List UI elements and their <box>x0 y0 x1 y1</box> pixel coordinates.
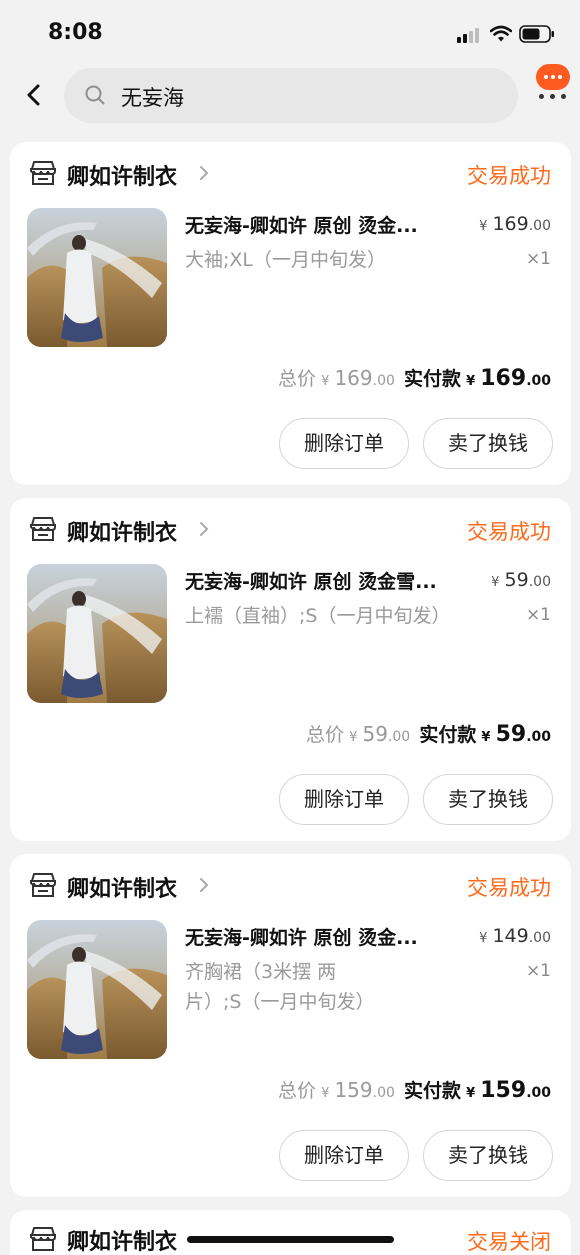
order-status: 交易成功 <box>467 164 551 188</box>
paid-dec: .00 <box>526 1085 551 1101</box>
product-title[interactable]: 无妄海-卿如许 原创 烫金... <box>185 923 477 950</box>
message-badge-icon <box>536 64 570 90</box>
shop-row[interactable]: 卿如许制衣 交易成功 <box>10 498 571 558</box>
unit-price-int: 169 <box>492 213 529 235</box>
order-card[interactable]: 卿如许制衣 交易成功 无妄海-卿如许 原创 烫金雪... 上襦（直袖）;S（一月… <box>10 498 571 841</box>
resell-button[interactable]: 卖了换钱 <box>423 774 553 825</box>
currency-symbol: ¥ <box>466 374 476 389</box>
resell-button[interactable]: 卖了换钱 <box>423 418 553 469</box>
unit-price-int: 149 <box>492 925 529 947</box>
shop-name[interactable]: 卿如许制衣 <box>67 1224 177 1255</box>
product-image[interactable] <box>27 564 167 703</box>
quantity: ×1 <box>525 605 551 625</box>
total-int: 169 <box>334 366 373 390</box>
delete-order-button[interactable]: 删除订单 <box>279 418 409 469</box>
unit-price-dec: .00 <box>528 574 551 590</box>
paid-label: 实付款 <box>404 1080 462 1102</box>
totals-row: 总价 ¥ 159.00 实付款 ¥ 159.00 <box>278 1076 551 1103</box>
search-query: 无妄海 <box>121 86 184 110</box>
totals-row: 总价 ¥ 169.00 实付款 ¥ 169.00 <box>278 364 551 391</box>
unit-price: ¥ 169.00 <box>479 213 551 235</box>
unit-price-int: 59 <box>504 569 529 591</box>
shop-name[interactable]: 卿如许制衣 <box>67 159 177 191</box>
home-indicator[interactable] <box>187 1236 394 1243</box>
unit-price-dec: .00 <box>528 930 551 946</box>
totals-row: 总价 ¥ 59.00 实付款 ¥ 59.00 <box>306 720 551 747</box>
shop-icon <box>30 161 56 185</box>
search-icon <box>85 85 105 105</box>
unit-price: ¥ 149.00 <box>479 925 551 947</box>
order-card[interactable]: 卿如许制衣 交易成功 无妄海-卿如许 原创 烫金... 齐胸裙（3米摆 两片）;… <box>10 854 571 1197</box>
product-title[interactable]: 无妄海-卿如许 原创 烫金雪... <box>185 567 477 594</box>
total-label: 总价 <box>306 724 345 746</box>
paid-int: 59 <box>495 722 527 747</box>
unit-price: ¥ 59.00 <box>491 569 551 591</box>
currency-symbol: ¥ <box>321 374 330 389</box>
cellular-signal-icon <box>457 27 484 43</box>
status-time: 8:08 <box>48 20 103 45</box>
nav-bar: 无妄海 <box>0 62 580 128</box>
chevron-right-icon <box>200 878 209 892</box>
shop-row[interactable]: 卿如许制衣 交易成功 <box>10 854 571 914</box>
order-status: 交易关闭 <box>467 1230 551 1254</box>
unit-price-dec: .00 <box>528 218 551 234</box>
shop-icon <box>30 1227 56 1251</box>
paid-dec: .00 <box>526 373 551 389</box>
product-image[interactable] <box>27 208 167 347</box>
currency-symbol: ¥ <box>321 1086 330 1101</box>
currency-symbol: ¥ <box>349 730 358 745</box>
product-sku: 齐胸裙（3米摆 两片）;S（一月中旬发） <box>185 961 375 1013</box>
product-title[interactable]: 无妄海-卿如许 原创 烫金... <box>185 211 477 238</box>
wifi-icon <box>490 25 512 42</box>
currency-symbol: ¥ <box>491 575 500 590</box>
more-button[interactable] <box>532 64 572 106</box>
delete-order-button[interactable]: 删除订单 <box>279 774 409 825</box>
paid-label: 实付款 <box>419 724 477 746</box>
battery-icon <box>519 25 554 43</box>
shop-name[interactable]: 卿如许制衣 <box>67 871 177 903</box>
back-chevron-icon[interactable] <box>20 80 48 110</box>
total-dec: .00 <box>387 729 411 745</box>
total-label: 总价 <box>277 1080 316 1102</box>
quantity: ×1 <box>525 961 551 981</box>
paid-label: 实付款 <box>404 368 462 390</box>
product-sku: 上襦（直袖）;S（一月中旬发） <box>185 605 451 627</box>
currency-symbol: ¥ <box>479 931 488 946</box>
status-bar: 8:08 <box>0 0 580 62</box>
shop-icon <box>30 517 56 541</box>
quantity: ×1 <box>525 249 551 269</box>
paid-int: 159 <box>480 1078 527 1103</box>
product-sku: 大袖;XL（一月中旬发） <box>185 249 387 271</box>
search-input[interactable]: 无妄海 <box>64 68 518 123</box>
total-int: 59 <box>362 722 388 746</box>
paid-dec: .00 <box>526 729 551 745</box>
total-dec: .00 <box>372 1085 395 1101</box>
chevron-right-icon <box>200 166 209 180</box>
total-int: 159 <box>334 1078 373 1102</box>
order-card[interactable]: 卿如许制衣 交易关闭 <box>10 1210 571 1255</box>
currency-symbol: ¥ <box>481 730 491 745</box>
delete-order-button[interactable]: 删除订单 <box>279 1130 409 1181</box>
shop-name[interactable]: 卿如许制衣 <box>67 515 177 547</box>
resell-button[interactable]: 卖了换钱 <box>423 1130 553 1181</box>
total-dec: .00 <box>372 373 395 389</box>
total-label: 总价 <box>277 368 316 390</box>
order-status: 交易成功 <box>467 520 551 544</box>
more-icon <box>536 94 570 100</box>
chevron-right-icon <box>200 522 209 536</box>
paid-int: 169 <box>480 366 527 391</box>
shop-icon <box>30 873 56 897</box>
currency-symbol: ¥ <box>479 219 488 234</box>
currency-symbol: ¥ <box>466 1086 476 1101</box>
product-image[interactable] <box>27 920 167 1059</box>
order-card[interactable]: 卿如许制衣 交易成功 无妄海-卿如许 原创 烫金... 大袖;XL（一月中旬发）… <box>10 142 571 485</box>
shop-row[interactable]: 卿如许制衣 交易成功 <box>10 142 571 202</box>
order-status: 交易成功 <box>467 876 551 900</box>
